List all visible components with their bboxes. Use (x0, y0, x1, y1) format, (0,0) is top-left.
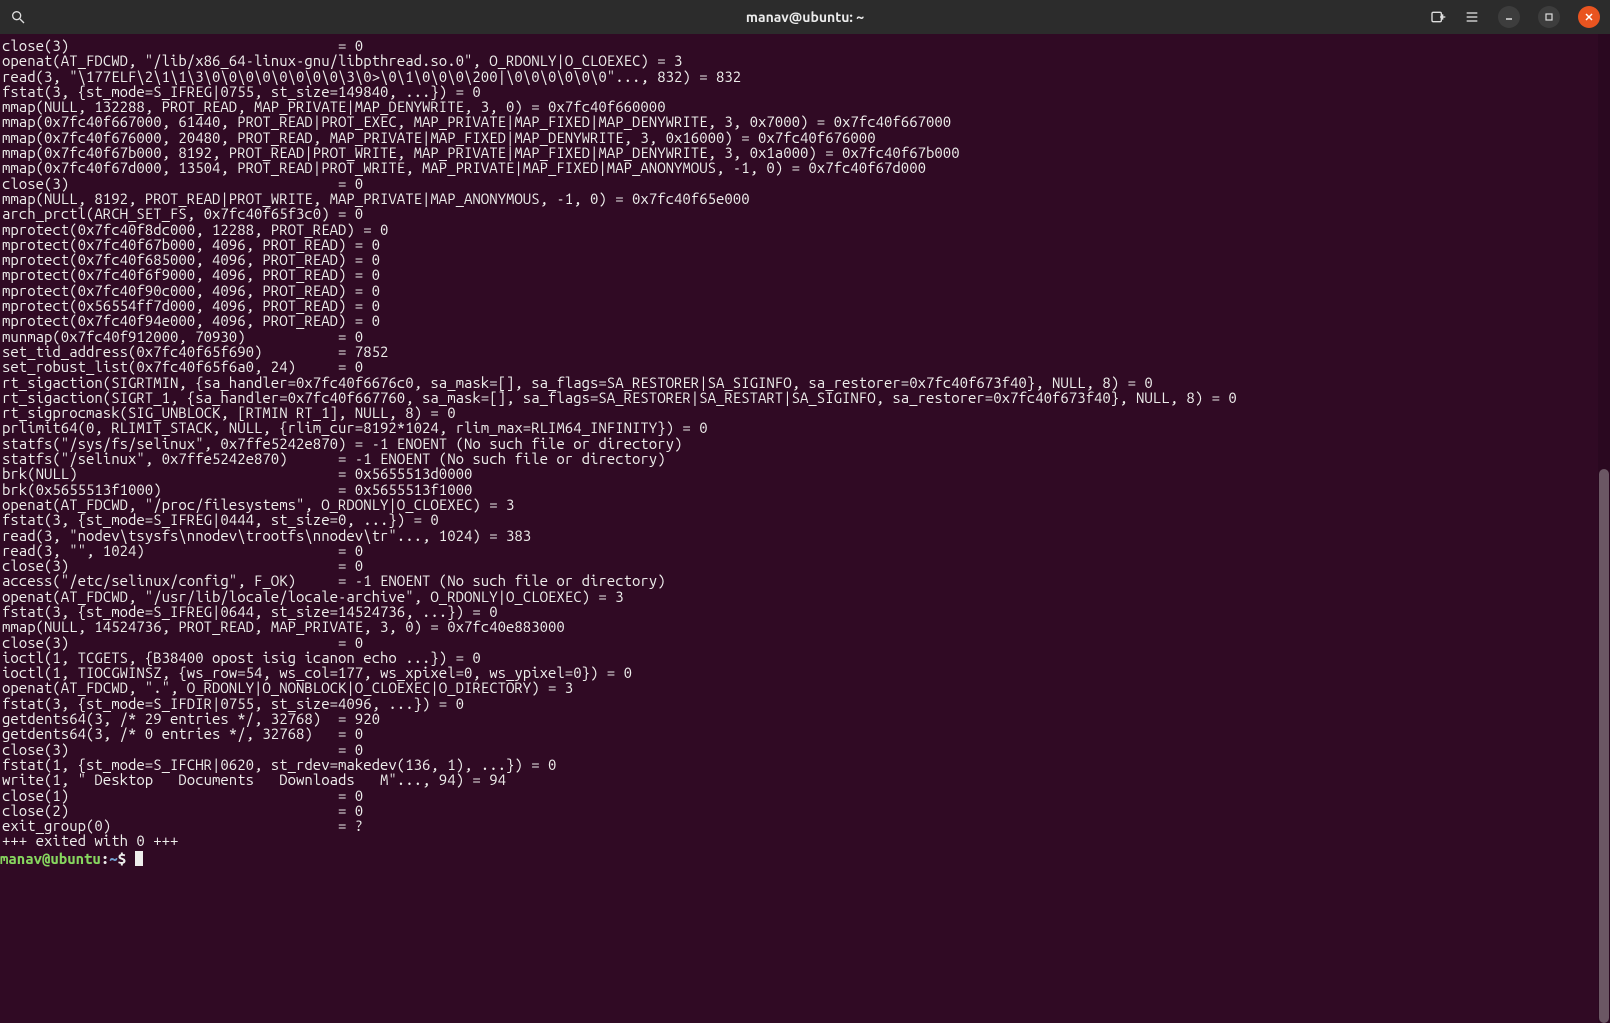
close-button[interactable] (1578, 6, 1600, 28)
terminal-cursor (135, 851, 143, 866)
scrollbar-track[interactable] (1598, 34, 1610, 1023)
prompt-colon: : (101, 851, 109, 866)
window-titlebar: manav@ubuntu: ~ (0, 0, 1610, 34)
window-title: manav@ubuntu: ~ (746, 9, 864, 25)
prompt-path: ~ (109, 851, 117, 866)
new-tab-icon[interactable] (1430, 9, 1446, 25)
maximize-button[interactable] (1538, 6, 1560, 28)
search-icon[interactable] (10, 9, 26, 25)
hamburger-menu-icon[interactable] (1464, 9, 1480, 25)
prompt-line[interactable]: manav@ubuntu:~$ (0, 851, 1610, 866)
scrollbar-thumb[interactable] (1599, 469, 1609, 1023)
terminal-output: close(3) = 0 openat(AT_FDCWD, "/lib/x86_… (0, 34, 1610, 851)
terminal-body[interactable]: close(3) = 0 openat(AT_FDCWD, "/lib/x86_… (0, 34, 1610, 1023)
prompt-user-host: manav@ubuntu (0, 851, 101, 866)
prompt-dollar: $ (118, 851, 135, 866)
minimize-button[interactable] (1498, 6, 1520, 28)
